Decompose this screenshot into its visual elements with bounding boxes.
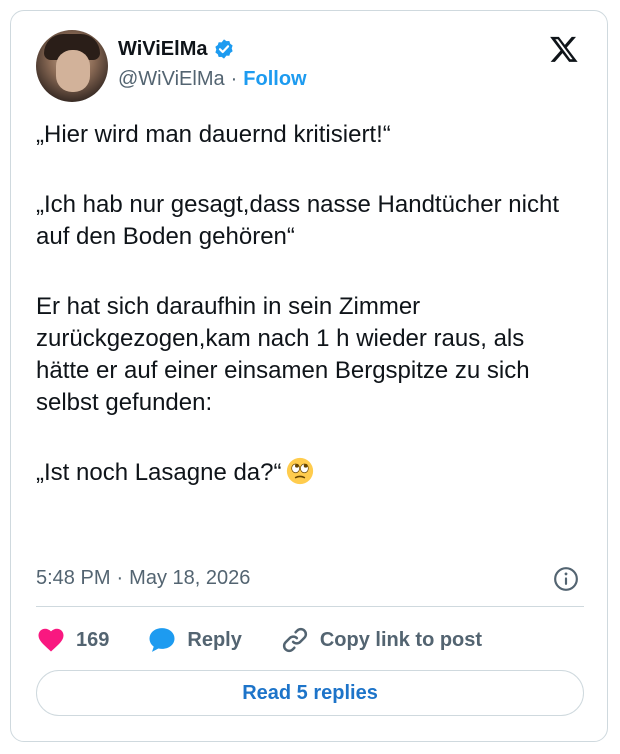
author-name-row: WiViElMa — [118, 36, 235, 62]
tweet-time: 5:48 PM — [36, 567, 111, 589]
tweet-text: „Hier wird man dauernd kritisiert!“ „Ich… — [36, 119, 584, 489]
tweet-paragraph: Er hat sich daraufhin in sein Zimmer zur… — [36, 293, 530, 416]
follow-button[interactable]: Follow — [243, 68, 306, 91]
like-button[interactable]: 169 — [36, 625, 109, 655]
like-count: 169 — [76, 628, 110, 651]
author-display-name[interactable]: WiViElMa — [118, 38, 207, 61]
author-handle[interactable]: @WiViElMa — [118, 68, 225, 91]
copy-link-label: Copy link to post — [319, 628, 483, 651]
timestamp-separator: · — [116, 567, 124, 589]
info-icon[interactable] — [553, 566, 579, 592]
tweet-paragraph: „Hier wird man dauernd kritisiert!“ — [36, 121, 391, 148]
reply-button[interactable]: Reply — [147, 625, 242, 655]
link-icon — [282, 627, 307, 653]
tweet-last-paragraph: „Ist noch Lasagne da?“ — [36, 457, 584, 489]
verified-badge-icon — [215, 39, 234, 59]
copy-link-button[interactable]: Copy link to post — [280, 625, 482, 655]
avatar[interactable] — [36, 30, 108, 102]
author-handle-row: @WiViElMa · Follow — [118, 68, 307, 91]
tweet-date: May 18, 2026 — [129, 567, 251, 589]
tweet-paragraph: „Ist noch Lasagne da?“ — [36, 459, 282, 486]
avatar-face — [56, 50, 90, 92]
x-logo-icon[interactable] — [548, 34, 580, 64]
handle-separator: · — [230, 68, 238, 90]
rolling-eyes-emoji-icon — [286, 457, 313, 485]
speech-bubble-icon — [149, 628, 175, 652]
tweet-timestamp[interactable]: 5:48 PM · May 18, 2026 — [36, 567, 250, 590]
tweet-paragraph: „Ich hab nur gesagt,dass nasse Handtüche… — [36, 191, 559, 250]
divider — [36, 606, 584, 607]
heart-icon — [38, 628, 64, 652]
reply-label: Reply — [187, 628, 242, 651]
read-replies-button[interactable]: Read 5 replies — [36, 670, 584, 716]
action-bar: 169 Reply Copy link to post — [36, 624, 482, 656]
